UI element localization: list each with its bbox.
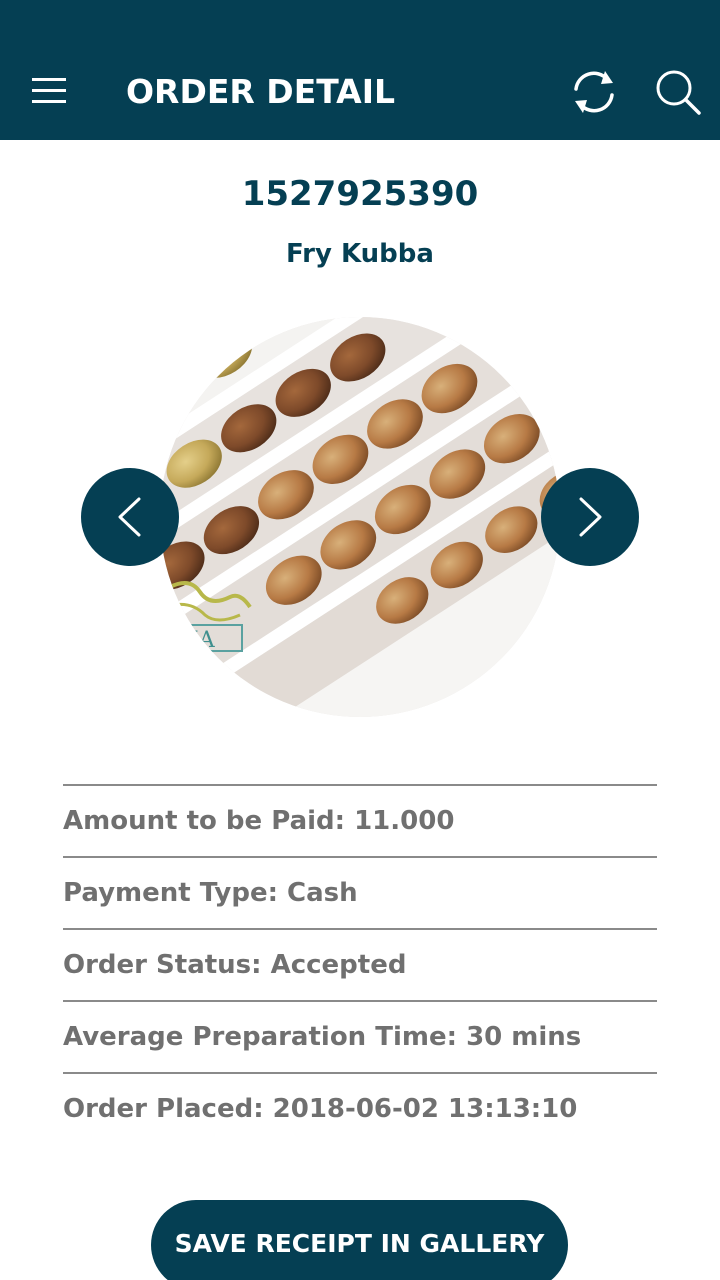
app-bar: ORDER DETAIL (0, 0, 720, 140)
payment-type: Payment Type: Cash (63, 858, 657, 930)
next-image-button[interactable] (541, 468, 639, 566)
chevron-right-icon (579, 497, 602, 537)
order-id: 1527925390 (241, 174, 479, 214)
order-detail-screen: ORDER DETAIL 1527925390 Fry Kubba IA Amo… (0, 0, 720, 1280)
product-name: Fry Kubba (286, 239, 434, 269)
chevron-left-icon (118, 497, 141, 537)
page-title: ORDER DETAIL (126, 72, 396, 111)
save-receipt-button[interactable]: SAVE RECEIPT IN GALLERY (151, 1200, 568, 1280)
average-preparation-time: Average Preparation Time: 30 mins (63, 1002, 657, 1074)
product-photo: IA (160, 317, 560, 717)
search-icon (656, 70, 701, 115)
search-button[interactable] (652, 66, 704, 118)
order-status: Order Status: Accepted (63, 930, 657, 1002)
svg-text:IA: IA (190, 628, 216, 653)
order-details-list: Amount to be Paid: 11.000 Payment Type: … (63, 784, 657, 1144)
refresh-icon (574, 71, 614, 113)
previous-image-button[interactable] (81, 468, 179, 566)
menu-icon (32, 78, 66, 103)
order-placed-date: Order Placed: 2018-06-02 13:13:10 (63, 1094, 578, 1124)
refresh-button[interactable] (568, 66, 620, 118)
amount-to-be-paid: Amount to be Paid: 11.000 (63, 786, 657, 858)
menu-button[interactable] (30, 75, 68, 107)
